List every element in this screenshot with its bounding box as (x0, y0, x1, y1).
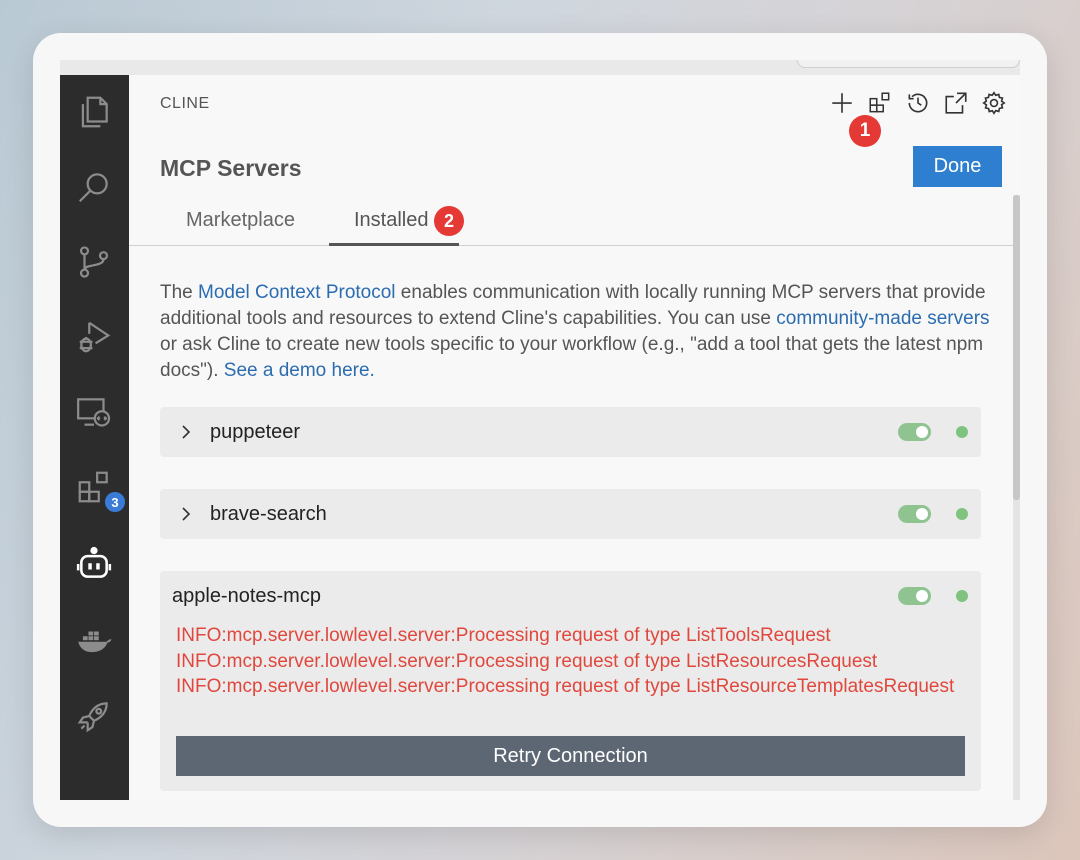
server-header[interactable]: puppeteer (160, 407, 981, 457)
callout-marker-2: 2 (434, 206, 464, 236)
server-enable-toggle[interactable] (898, 423, 931, 441)
chevron-right-icon[interactable] (178, 424, 194, 440)
tab-bar: Marketplace Installed 2 (129, 195, 1013, 246)
server-header[interactable]: brave-search (160, 489, 981, 539)
run-debug-icon[interactable] (73, 316, 115, 358)
search-icon[interactable] (73, 166, 115, 208)
callout-marker-1: 1 (849, 115, 881, 147)
server-card-brave-search[interactable]: brave-search (160, 489, 981, 539)
explorer-icon[interactable] (73, 91, 115, 133)
tab-marketplace[interactable]: Marketplace (186, 209, 295, 232)
toggle-knob (916, 508, 928, 520)
panel-toolbar (828, 89, 1008, 117)
cline-icon[interactable] (73, 543, 115, 585)
title-strip (60, 60, 1020, 75)
history-icon[interactable] (904, 89, 932, 117)
popout-icon[interactable] (942, 89, 970, 117)
server-name: apple-notes-mcp (172, 585, 321, 607)
done-button[interactable]: Done (913, 146, 1002, 187)
panel-title: CLINE (160, 95, 210, 112)
server-enable-toggle[interactable] (898, 587, 931, 605)
server-error-log: INFO:mcp.server.lowlevel.server:Processi… (176, 623, 976, 700)
status-dot (956, 426, 968, 438)
toggle-knob (916, 426, 928, 438)
scrollbar-thumb[interactable] (1013, 195, 1020, 500)
page-title: MCP Servers (160, 155, 302, 181)
rocket-icon[interactable] (73, 695, 115, 737)
toggle-knob (916, 590, 928, 602)
cline-panel: CLINE 1 MCP Servers Done Marketplace Ins… (129, 75, 1020, 800)
plus-icon[interactable] (828, 89, 856, 117)
log-line: INFO:mcp.server.lowlevel.server:Processi… (176, 676, 955, 697)
server-card-apple-notes-mcp: apple-notes-mcp INFO:mcp.server.lowlevel… (160, 571, 981, 791)
description-text: The (160, 282, 199, 303)
gear-icon[interactable] (980, 89, 1008, 117)
server-enable-toggle[interactable] (898, 505, 931, 523)
command-center[interactable] (797, 60, 1020, 68)
mcp-servers-icon[interactable] (866, 89, 894, 117)
status-dot (956, 590, 968, 602)
chevron-right-icon[interactable] (178, 506, 194, 522)
server-name: puppeteer (210, 420, 301, 443)
server-card-puppeteer[interactable]: puppeteer (160, 407, 981, 457)
scrollbar[interactable] (1013, 195, 1020, 800)
demo-link[interactable]: See a demo here. (224, 360, 375, 381)
remote-explorer-icon[interactable] (73, 391, 115, 433)
mcp-description: The Model Context Protocol enables commu… (160, 280, 990, 384)
activity-bar: 3 (60, 75, 129, 800)
status-dot (956, 508, 968, 520)
community-servers-link[interactable]: community-made servers (776, 308, 989, 329)
docker-icon[interactable] (73, 620, 115, 662)
extensions-badge: 3 (103, 490, 127, 514)
server-name: brave-search (210, 502, 327, 525)
retry-connection-button[interactable]: Retry Connection (176, 736, 965, 776)
extensions-icon[interactable]: 3 (73, 466, 127, 514)
log-line: INFO:mcp.server.lowlevel.server:Processi… (176, 650, 878, 672)
log-line: INFO:mcp.server.lowlevel.server:Processi… (176, 625, 831, 646)
active-tab-indicator (329, 243, 459, 246)
tab-installed[interactable]: Installed (354, 209, 429, 232)
model-context-protocol-link[interactable]: Model Context Protocol (198, 282, 396, 303)
source-control-icon[interactable] (73, 241, 115, 283)
